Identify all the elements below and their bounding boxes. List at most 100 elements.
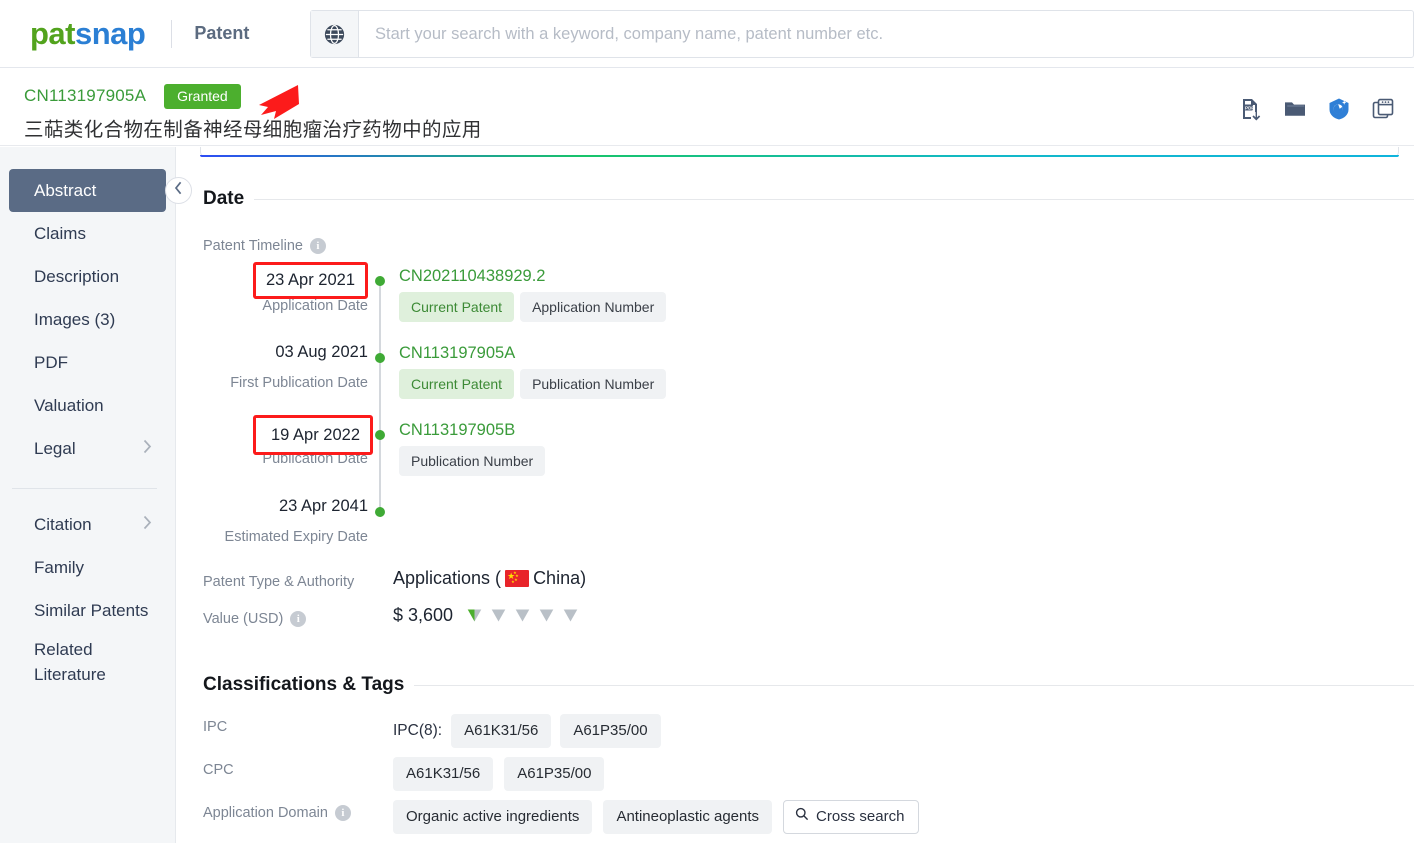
chip-publication-number: Publication Number xyxy=(399,446,546,477)
sidebar-item-citation[interactable]: Citation xyxy=(9,503,166,546)
search-input[interactable] xyxy=(359,11,1413,57)
info-icon[interactable]: i xyxy=(309,238,326,254)
sidebar-item-family[interactable]: Family xyxy=(9,546,166,589)
ipc-prefix: IPC(8): xyxy=(393,722,443,740)
date-section-title: Date xyxy=(203,188,245,209)
cross-search-button[interactable]: Cross search xyxy=(783,800,920,835)
application-domain-label-text: Application Domain xyxy=(203,805,328,821)
classifications-section-title: Classifications & Tags xyxy=(203,674,405,695)
authority-suffix: ) xyxy=(580,568,587,588)
value-amount: $ 3,600 xyxy=(393,605,454,625)
timeline-chips: Current Patent Publication Number xyxy=(399,369,667,400)
ai-assistant-icon[interactable] xyxy=(1326,96,1352,122)
sidebar-item-similar-patents[interactable]: Similar Patents xyxy=(9,589,166,632)
timeline-date-sublabel: Application Date xyxy=(262,298,368,314)
application-domain-row: Organic active ingredients Antineoplasti… xyxy=(393,800,920,835)
sidebar-item-claims[interactable]: Claims xyxy=(9,212,166,255)
value-label: Value (USD) i xyxy=(203,611,307,627)
chip-current-patent: Current Patent xyxy=(399,292,515,323)
timeline-chips: Current Patent Application Number xyxy=(399,292,667,323)
timeline-date-sublabel: First Publication Date xyxy=(230,375,368,391)
timeline-dot xyxy=(375,276,385,286)
sidebar-item-legal[interactable]: Legal xyxy=(9,427,166,470)
info-icon[interactable]: i xyxy=(290,611,307,627)
cpc-tag[interactable]: A61K31/56 xyxy=(393,757,494,792)
sidebar-item-label: Family xyxy=(34,557,85,577)
folder-icon[interactable] xyxy=(1282,96,1308,122)
sidebar-item-related-literature[interactable]: Related Literature xyxy=(9,632,166,694)
search-icon xyxy=(795,807,809,827)
globe-icon[interactable] xyxy=(311,11,359,57)
timeline-publication-number[interactable]: CN113197905A xyxy=(399,344,515,363)
patent-timeline-text: Patent Timeline xyxy=(203,238,303,254)
section-divider xyxy=(254,198,1414,200)
ipc-tag[interactable]: A61P35/00 xyxy=(560,714,661,749)
ipc-label: IPC xyxy=(203,719,227,735)
gem-icon-empty xyxy=(515,609,530,622)
info-icon[interactable]: i xyxy=(334,805,351,821)
ipc-label-text: IPC xyxy=(203,719,228,735)
status-badge: Granted xyxy=(164,84,241,109)
timeline-date-highlighted: 23 Apr 2021 xyxy=(253,262,368,299)
header-divider xyxy=(171,19,173,48)
chip-application-number: Application Number xyxy=(520,292,667,323)
domain-tag[interactable]: Organic active ingredients xyxy=(393,800,593,835)
timeline-publication-number-b[interactable]: CN113197905B xyxy=(399,421,515,440)
timeline-date-highlighted: 19 Apr 2022 xyxy=(253,415,373,455)
global-search-bar xyxy=(310,10,1414,58)
timeline-date: 23 Apr 2041 xyxy=(279,497,368,515)
gem-icon-empty xyxy=(563,609,578,622)
timeline-date-sublabel: Estimated Expiry Date xyxy=(224,529,368,545)
timeline-dot xyxy=(375,353,385,363)
chevron-right-icon xyxy=(143,439,152,459)
patent-number[interactable]: CN113197905A xyxy=(24,86,146,106)
cards-icon[interactable] xyxy=(1370,96,1396,122)
logo-text-snap: snap xyxy=(75,16,146,51)
sidebar-item-label: Citation xyxy=(34,514,92,534)
chip-publication-number: Publication Number xyxy=(520,369,667,400)
cpc-tag[interactable]: A61P35/00 xyxy=(504,757,605,792)
value-gem-rating xyxy=(466,607,579,624)
svg-text:PDF: PDF xyxy=(1245,106,1254,111)
patent-number-row: CN113197905A Granted xyxy=(24,84,241,109)
sidebar-collapse-button[interactable] xyxy=(165,177,192,204)
sidebar-separator xyxy=(12,488,157,489)
sidebar-item-valuation[interactable]: Valuation xyxy=(9,384,166,427)
patent-timeline-label: Patent Timeline i xyxy=(203,238,326,254)
logo-text-pat: pat xyxy=(30,16,76,51)
authority-label-text: Patent Type & Authority xyxy=(203,574,355,590)
sidebar-item-label: Abstract xyxy=(34,180,97,200)
ipc-row: IPC(8): A61K31/56 A61P35/00 xyxy=(393,714,661,749)
patent-header: CN113197905A Granted 三萜类化合物在制备神经母细胞瘤治疗药物… xyxy=(0,69,1414,146)
application-domain-label: Application Domain i xyxy=(203,805,351,821)
classifications-section-header: Classifications & Tags xyxy=(203,674,1414,696)
sidebar-item-description[interactable]: Description xyxy=(9,255,166,298)
gem-icon-half xyxy=(467,609,482,622)
sidebar-item-abstract[interactable]: Abstract xyxy=(9,169,166,212)
patsnap-logo[interactable]: patsnap xyxy=(30,16,146,51)
app-name-patent: Patent xyxy=(194,23,250,43)
sidebar-item-label: Claims xyxy=(34,223,86,243)
authority-prefix: Applications ( xyxy=(393,568,502,588)
value-row: $ 3,600 xyxy=(393,605,579,626)
gem-icon-empty xyxy=(539,609,554,622)
pdf-download-icon[interactable]: PDF xyxy=(1238,96,1264,122)
scrolled-panel-top xyxy=(200,147,1399,157)
sidebar-item-label: Valuation xyxy=(34,395,104,415)
ipc-tag[interactable]: A61K31/56 xyxy=(451,714,552,749)
timeline-application-number[interactable]: CN202110438929.2 xyxy=(399,267,546,286)
gem-icon-empty xyxy=(491,609,506,622)
sidebar-item-label: Legal xyxy=(34,438,76,458)
timeline-dot xyxy=(375,430,385,440)
sidebar-item-label: Images (3) xyxy=(34,309,116,329)
domain-tag[interactable]: Antineoplastic agents xyxy=(603,800,773,835)
cpc-label-text: CPC xyxy=(203,762,234,778)
main-content: Date Patent Timeline i 23 Apr 2021 Appli… xyxy=(177,147,1414,843)
sidebar-item-images[interactable]: Images (3) xyxy=(9,298,166,341)
chevron-left-icon xyxy=(174,181,183,200)
section-divider xyxy=(414,684,1414,686)
cross-search-label: Cross search xyxy=(816,808,905,825)
sidebar-item-pdf[interactable]: PDF xyxy=(9,341,166,384)
date-section-header: Date xyxy=(203,188,1414,210)
sidebar-item-label: Description xyxy=(34,266,120,286)
